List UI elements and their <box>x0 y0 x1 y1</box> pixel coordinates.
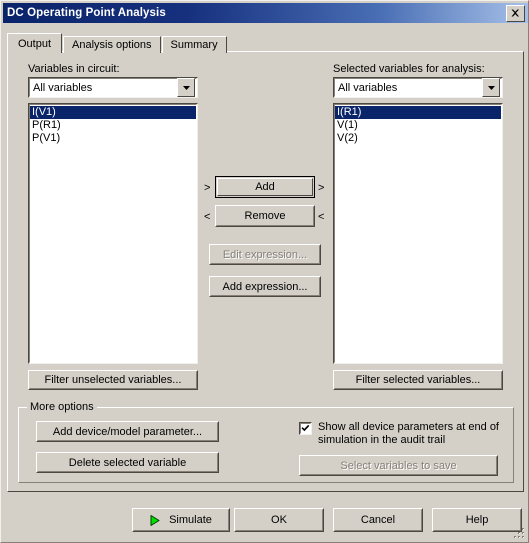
select-variables-to-save-label: Select variables to save <box>340 459 457 472</box>
list-item[interactable]: I(R1) <box>335 106 501 119</box>
chevron-down-icon[interactable] <box>482 78 500 97</box>
list-item[interactable]: V(2) <box>335 132 501 145</box>
simulate-button[interactable]: Simulate <box>132 508 230 532</box>
close-button[interactable] <box>506 4 525 22</box>
chevron-down-icon[interactable] <box>177 78 195 97</box>
remove-button[interactable]: Remove <box>215 205 315 227</box>
help-button[interactable]: Help <box>432 508 522 532</box>
list-item-label: P(V1) <box>32 132 61 144</box>
list-item[interactable]: P(R1) <box>30 119 196 132</box>
add-button-label: Add <box>255 181 275 193</box>
ok-button[interactable]: OK <box>234 508 324 532</box>
add-hint-left: > <box>204 182 211 194</box>
variables-in-circuit-label: Variables in circuit: <box>28 63 120 75</box>
variables-in-circuit-filter-value: All variables <box>33 81 93 94</box>
list-item-label: I(V1) <box>32 106 56 118</box>
title-bar: DC Operating Point Analysis <box>3 3 528 23</box>
more-options-title: More options <box>27 401 97 413</box>
dc-operating-point-analysis-dialog: DC Operating Point Analysis Output Analy… <box>0 0 529 543</box>
tab-output-label: Output <box>18 37 52 50</box>
variables-in-circuit-filter-combo[interactable]: All variables <box>28 77 198 98</box>
simulate-button-label: Simulate <box>169 514 212 526</box>
cancel-button-label: Cancel <box>360 514 396 526</box>
delete-selected-variable-button[interactable]: Delete selected variable <box>36 452 219 473</box>
add-button[interactable]: Add <box>215 176 315 198</box>
check-icon <box>301 424 310 432</box>
tab-analysis-options[interactable]: Analysis options <box>63 36 161 53</box>
edit-expression-label: Edit expression... <box>222 248 308 261</box>
variables-in-circuit-listbox[interactable]: I(V1) P(R1) P(V1) <box>28 103 198 364</box>
remove-hint-right: < <box>318 211 325 223</box>
tab-summary[interactable]: Summary <box>161 36 227 53</box>
list-item[interactable]: V(1) <box>335 119 501 132</box>
remove-hint-left: < <box>204 211 211 223</box>
add-device-model-parameter-button[interactable]: Add device/model parameter... <box>36 421 219 442</box>
window-title: DC Operating Point Analysis <box>7 7 166 19</box>
list-item-label: V(2) <box>337 132 358 144</box>
filter-unselected-variables-button[interactable]: Filter unselected variables... <box>28 370 198 390</box>
show-all-device-parameters-checkbox[interactable]: Show all device parameters at end of sim… <box>299 421 507 447</box>
ok-button-label: OK <box>271 514 287 526</box>
close-icon <box>511 9 520 17</box>
list-item[interactable]: P(V1) <box>30 132 196 145</box>
list-item-label: I(R1) <box>337 106 362 118</box>
help-button-label: Help <box>465 514 489 526</box>
play-icon <box>150 514 160 526</box>
resize-grip[interactable] <box>512 526 526 540</box>
show-all-device-parameters-label: Show all device parameters at end of sim… <box>318 421 499 446</box>
add-device-model-parameter-label: Add device/model parameter... <box>52 425 203 438</box>
select-variables-to-save-button: Select variables to save <box>299 455 498 476</box>
delete-selected-variable-label: Delete selected variable <box>68 456 187 469</box>
tab-output[interactable]: Output <box>7 33 63 53</box>
filter-selected-variables-button[interactable]: Filter selected variables... <box>333 370 503 390</box>
tab-strip: Output Analysis options Summary <box>7 33 522 53</box>
tab-summary-label: Summary <box>170 39 218 51</box>
remove-button-label: Remove <box>244 210 286 222</box>
list-item-label: V(1) <box>337 119 358 131</box>
add-expression-button[interactable]: Add expression... <box>209 276 321 297</box>
selected-variables-filter-value: All variables <box>338 81 398 94</box>
selected-variables-filter-combo[interactable]: All variables <box>333 77 503 98</box>
selected-variables-label: Selected variables for analysis: <box>333 63 485 75</box>
add-expression-label: Add expression... <box>222 280 308 293</box>
cancel-button[interactable]: Cancel <box>333 508 423 532</box>
edit-expression-button: Edit expression... <box>209 244 321 265</box>
list-item[interactable]: I(V1) <box>30 106 196 119</box>
list-item-label: P(R1) <box>32 119 61 131</box>
filter-unselected-variables-label: Filter unselected variables... <box>44 374 182 386</box>
tab-analysis-options-label: Analysis options <box>72 39 152 51</box>
checkbox-icon[interactable] <box>299 422 312 435</box>
output-tab-panel: Variables in circuit: All variables I(V1… <box>7 51 524 492</box>
selected-variables-listbox[interactable]: I(R1) V(1) V(2) <box>333 103 503 364</box>
add-hint-right: > <box>318 182 325 194</box>
filter-selected-variables-label: Filter selected variables... <box>355 374 481 386</box>
